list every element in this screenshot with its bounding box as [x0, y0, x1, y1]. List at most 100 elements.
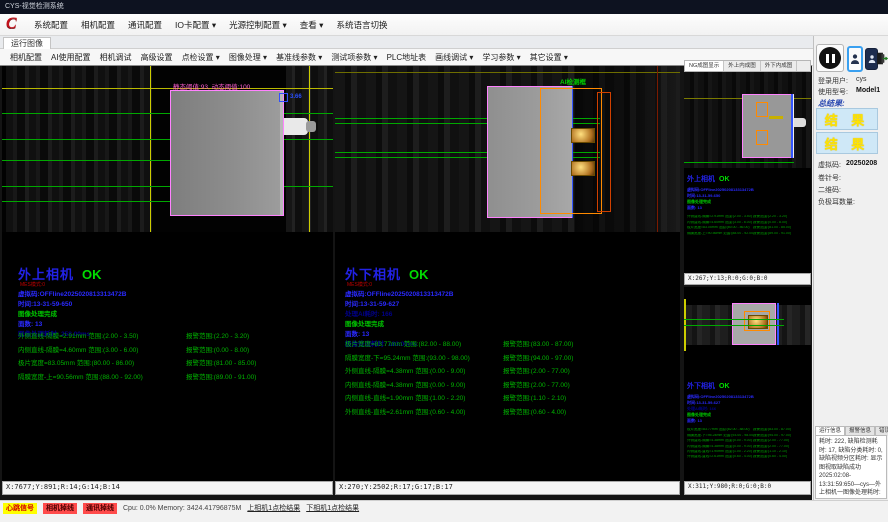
window-title: CYS-视觉检测系统: [5, 3, 64, 10]
alarm-range: 报警范围:(2.00 - 77.00): [753, 439, 789, 443]
user-icon: [850, 53, 860, 65]
toolbar-item[interactable]: 测试项参数 ▾: [331, 52, 377, 63]
menu-item[interactable]: 光源控制配置 ▾: [229, 19, 287, 31]
camera-name: 外下相机: [345, 267, 401, 282]
tab-connector-image: [794, 118, 806, 127]
alarm-range: 报警范围:(0.60 - 4.00): [753, 455, 787, 459]
process-done-line: 图像处理完成: [687, 200, 809, 205]
exit-button[interactable]: [874, 46, 888, 71]
alarm-range: 报警范围:(81.00 - 85.00): [753, 226, 791, 230]
measurement-row: 极片宽度=83.77mm 范围:(82.00 - 88.00) 报警范围:(83…: [687, 428, 809, 432]
annotation-marker: [279, 93, 288, 102]
measurement-value: 隔膜宽度-上=90.56mm 范围:(88.00 - 92.00): [687, 232, 753, 236]
ai-detect-box: [540, 88, 602, 214]
reference-line-yellow: [150, 66, 151, 232]
ng-bottom-result-block: 外下相机OK 虚拟码:OFFline2025020813313472B 时间:1…: [687, 375, 809, 461]
battery-cell-image: [742, 94, 794, 158]
measure-line-green: [684, 325, 784, 326]
reference-line-yellow: [309, 66, 310, 232]
toolbar-item[interactable]: 画线调试 ▾: [435, 52, 473, 63]
ai-detect-label: AI检测框: [560, 76, 586, 86]
window-titlebar: CYS-视觉检测系统: [0, 0, 888, 14]
measurement-value: 隔膜宽度-上=90.56mm 范围:(88.00 - 92.00): [18, 375, 186, 382]
alarm-range: 报警范围:(2.20 - 3.20): [186, 334, 249, 341]
alarm-range: 报警范围:(0.00 - 8.00): [753, 221, 787, 225]
tab-highlight-image: [748, 315, 768, 329]
ai-time-line: 处理AI耗时: 166: [345, 311, 675, 318]
menu-item[interactable]: 系统语言切换: [336, 19, 387, 31]
alarm-range: 报警范围:(94.00 - 97.00): [753, 434, 791, 438]
ng-bottom-panel: 外下相机OK 虚拟码:OFFline2025020813313472B 时间:1…: [684, 287, 811, 481]
measurement-row: 外侧直线-隔膜=2.91mm 范围:(2.00 - 3.50) 报警范围:(2.…: [18, 334, 330, 341]
ng-bottom-image[interactable]: [684, 297, 811, 353]
toolbar-item[interactable]: 其它设置 ▾: [530, 52, 568, 63]
measurement-value: 内侧直线-隔膜=4.38mm 范围:(0.00 - 9.00): [687, 445, 753, 449]
result-ok: OK: [409, 267, 429, 282]
top-camera-check-link[interactable]: 上相机1点检结果: [247, 503, 300, 514]
reference-line-red: [657, 66, 658, 232]
menu-item[interactable]: 系统配置: [34, 19, 68, 31]
measurement-row: 外侧直线-直线=2.61mm 范围:(0.60 - 4.00) 报警范围:(0.…: [345, 410, 675, 417]
menu-item[interactable]: 查看 ▾: [300, 19, 324, 31]
window-status-bar: 心跳信号 相机掉线 通讯掉线 Cpu: 0.0% Memory: 3424.41…: [0, 500, 888, 522]
toolbar-item[interactable]: 点检设置 ▾: [182, 52, 220, 63]
center-pixel-coordinates-bar: X:270;Y:2502;R:17;G:17;B:17: [335, 481, 680, 495]
measurement-value: 外侧直线-隔膜=2.91mm 范围:(2.00 - 3.50): [18, 334, 186, 341]
left-measurements: 外侧直线-隔膜=2.91mm 范围:(2.00 - 3.50) 报警范围:(2.…: [18, 334, 330, 388]
tab-highlight-image: [571, 161, 595, 176]
measurement-row: 隔膜宽度-下=95.24mm 范围:(93.00 - 98.00) 报警范围:(…: [345, 356, 675, 363]
left-camera-image[interactable]: 静态阈值:93, 动态阈值:100 3.66: [2, 66, 333, 232]
menu-item[interactable]: 通讯配置: [128, 19, 162, 31]
barcode-line: 虚拟码:OFFline2025020813313472B: [18, 291, 328, 298]
measurement-value: 极片宽度=83.77mm 范围:(82.00 - 88.00): [345, 342, 503, 349]
toolbar-item[interactable]: 相机配置: [10, 52, 42, 63]
tab-connector-image: [284, 118, 308, 135]
result-ok: OK: [719, 176, 730, 183]
toolbar-item[interactable]: 高级设置: [141, 52, 173, 63]
measurement-value: 内侧直线-隔膜=4.60mm 范围:(3.00 - 6.00): [687, 221, 753, 225]
left-pixel-coordinates-bar: X:7677;Y:891;R:14;G:14;B:14: [2, 481, 333, 495]
annotation-value: 3.66: [290, 94, 302, 100]
pause-button[interactable]: [816, 44, 844, 72]
toolbar-item[interactable]: PLC地址表: [387, 52, 427, 63]
measure-line-green: [2, 160, 174, 161]
toolbar-item[interactable]: 学习参数 ▾: [482, 52, 520, 63]
log-output[interactable]: 耗时: 222, 缺陷检测耗时: 17, 缺陷分类耗时: 0, 缺陷视频分区耗时…: [815, 435, 887, 499]
measurement-row: 极片宽度=83.77mm 范围:(82.00 - 88.00) 报警范围:(83…: [345, 342, 675, 349]
ng-image-tab[interactable]: NG成图显示: [685, 61, 724, 71]
measurement-row: 外侧直线-直线=2.61mm 范围:(0.60 - 4.00) 报警范围:(0.…: [687, 455, 809, 459]
measurement-row: 隔膜宽度-上=90.56mm 范围:(88.00 - 92.00) 报警范围:(…: [18, 375, 330, 382]
measure-line-green: [2, 201, 174, 202]
measurement-row: 极片宽度=83.05mm 范围:(80.00 - 86.00) 报警范围:(81…: [18, 361, 330, 368]
ng-image-tabs: NG成图显示外上内成图外下内成图: [684, 60, 811, 72]
measurement-value: 外侧直线-隔膜=4.38mm 范围:(0.00 - 9.00): [345, 369, 503, 376]
alarm-range: 报警范围:(89.00 - 91.00): [753, 232, 791, 236]
tab-count-label: 负极耳数量:: [818, 197, 855, 207]
toolbar-item[interactable]: 相机调试: [100, 52, 132, 63]
ng-image-tab[interactable]: 外下内成图: [761, 61, 798, 71]
ng-image-tab[interactable]: 外上内成图: [724, 61, 761, 71]
reference-line-olive: [335, 72, 680, 73]
toolbar-item[interactable]: AI使用配置: [51, 52, 91, 63]
measurement-row: 内侧直线-隔膜=4.60mm 范围:(3.00 - 6.00) 报警范围:(0.…: [687, 221, 809, 225]
alarm-range: 报警范围:(1.10 - 2.10): [753, 450, 787, 454]
measurement-row: 外侧直线-隔膜=2.91mm 范围:(2.00 - 3.50) 报警范围:(2.…: [687, 215, 809, 219]
alarm-range: 报警范围:(0.00 - 8.00): [186, 348, 249, 355]
measurement-value: 外侧直线-直线=2.61mm 范围:(0.60 - 4.00): [345, 410, 503, 417]
process-done-line: 图像处理完成: [687, 413, 809, 418]
login-user-label: 登录用户:: [818, 76, 848, 86]
bottom-camera-check-link[interactable]: 下相机1点检结果: [306, 503, 359, 514]
menu-item[interactable]: 相机配置: [81, 19, 115, 31]
user-mode-button[interactable]: [847, 46, 863, 72]
center-result-block: 外下相机OK MES模式:0 虚拟码:OFFline20250208133134…: [345, 264, 675, 351]
result-ok: OK: [82, 267, 102, 282]
ng-top-image[interactable]: [684, 72, 811, 168]
toolbar-item[interactable]: 基准线参数 ▾: [276, 52, 322, 63]
measurement-value: 内侧直线-直线=1.90mm 范围:(1.00 - 2.20): [345, 396, 503, 403]
toolbar-item[interactable]: 图像处理 ▾: [229, 52, 267, 63]
defect-box: [756, 102, 768, 117]
model-value: Model1: [856, 87, 880, 94]
center-camera-image[interactable]: AI检测框: [335, 66, 680, 232]
menu-item[interactable]: IO卡配置 ▾: [175, 19, 216, 31]
face-count-line: 面数: 13: [18, 321, 328, 328]
